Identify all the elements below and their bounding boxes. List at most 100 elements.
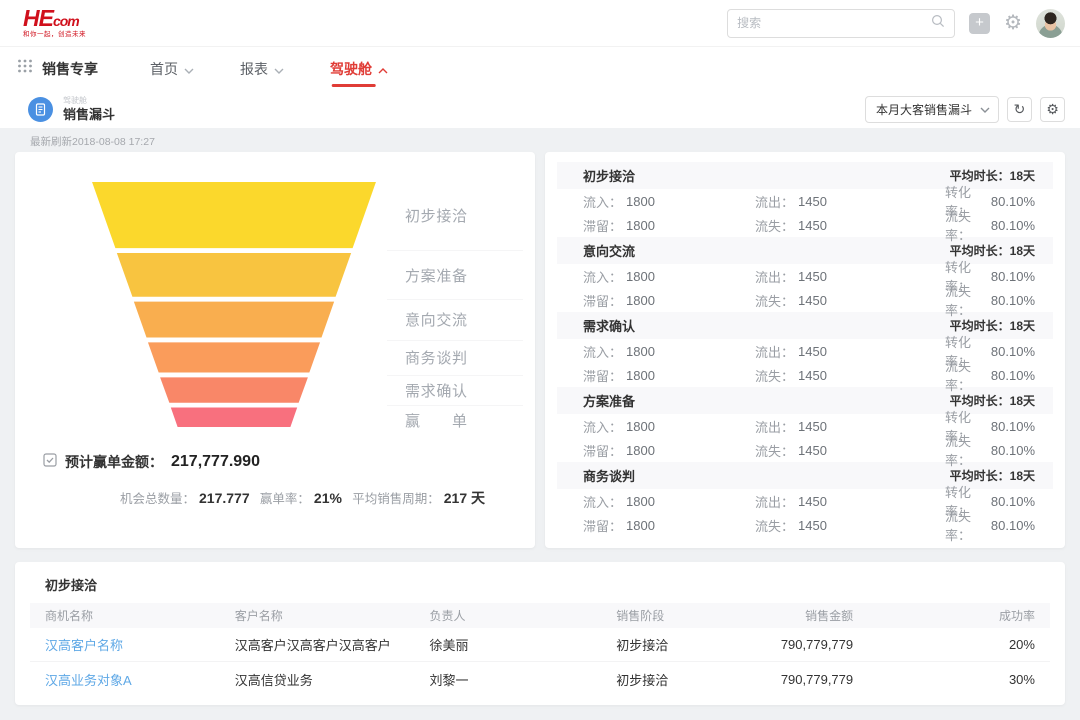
settings-gear-button[interactable]: ⚙ [1004,13,1022,33]
search-input[interactable] [737,16,931,30]
filter-select-value: 本月大客销售漏斗 [876,101,972,118]
stat-opportunity-count: 机会总数量： 217.777 [120,488,250,508]
stage-name: 商务谈判 [583,466,635,485]
owner: 徐美丽 [415,635,602,654]
customer-name: 汉高客户汉高客户汉高客户 [220,635,415,654]
plus-icon: + [975,14,984,31]
funnel-label-divider [387,299,523,300]
metric-lost: 流失：1450 [755,513,945,537]
gear-icon: ⚙ [1046,101,1059,118]
refresh-strip: 最新刷新2018-08-08 17:27 [0,128,1080,155]
expected-amount-row: 预计赢单金额： 217,777.990 [43,452,260,472]
metric-outflow: 流出：1450 [755,189,945,213]
col-sales-amount: 销售金额 [751,607,853,624]
user-avatar[interactable] [1036,9,1065,38]
sales-stage: 初步接洽 [601,635,751,654]
metric-stagnant: 滞留：1800 [583,288,755,312]
opportunity-name-link[interactable]: 汉高客户名称 [30,635,220,654]
metric-loss-rate: 流失率：80.10% [945,213,1035,237]
global-search[interactable] [727,9,955,38]
nav-cockpit-label: 驾驶舱 [330,59,372,79]
funnel-filter-select[interactable]: 本月大客销售漏斗 [865,96,999,123]
stage-name: 初步接洽 [583,166,635,185]
metric-outflow: 流出：1450 [755,264,945,288]
stat-value: 217.777 [199,490,250,506]
stage-panel-4: 方案准备 平均时长：18天 流入：1800 流出：1450 转化率：80.10%… [545,387,1065,462]
metric-loss-rate: 流失率：80.10% [945,513,1035,537]
funnel-stage-6[interactable] [171,408,297,427]
metric-lost: 流失：1450 [755,288,945,312]
stat-label: 机会总数量： [120,488,195,507]
brand-tagline: 和你一起，创造未来 [23,32,86,39]
sales-stage: 初步接洽 [601,670,751,689]
col-owner: 负责人 [415,607,602,624]
refresh-button[interactable]: ↻ [1007,97,1032,122]
table-row[interactable]: 汉高业务对象A 汉高信贷业务 刘黎一 初步接洽 790,779,779 30% [30,662,1050,696]
chart-settings-button[interactable]: ⚙ [1040,97,1065,122]
funnel-card: 初步接洽 方案准备 意向交流 商务谈判 需求确认 赢单 预计赢单金额： 217,… [15,152,535,548]
brand-he: HE [23,5,53,31]
nav-item-reports[interactable]: 报表 [240,47,284,90]
main-navbar: 销售专享 首页 报表 驾驶舱 [0,46,1080,90]
nav-item-cockpit[interactable]: 驾驶舱 [330,47,388,90]
funnel-stage-2[interactable] [117,253,351,297]
funnel-stage-1[interactable] [92,182,376,248]
page-title: 销售漏斗 [63,108,115,121]
opportunity-table-card: 初步接洽 商机名称 客户名称 负责人 销售阶段 销售金额 成功率 汉高客户名称 … [15,562,1065,705]
metric-loss-rate: 流失率：80.10% [945,363,1035,387]
metric-loss-rate: 流失率：80.10% [945,288,1035,312]
page-category: 驾驶舱 [63,97,115,105]
top-header: HEcom 和你一起，创造未来 + ⚙ [0,0,1080,46]
opportunity-table: 商机名称 客户名称 负责人 销售阶段 销售金额 成功率 汉高客户名称 汉高客户汉… [30,603,1050,696]
funnel-stage-label-5: 需求确认 [405,380,467,401]
expected-amount-label: 预计赢单金额： [65,452,163,472]
metric-outflow: 流出：1450 [755,489,945,513]
stat-avg-cycle: 平均销售周期： 217 天 [352,488,485,508]
stat-label: 平均销售周期： [352,488,440,507]
page-titlebar: 驾驶舱 销售漏斗 本月大客销售漏斗 ↻ ⚙ [0,90,1080,128]
metric-stagnant: 滞留：1800 [583,438,755,462]
metric-inflow: 流入：1800 [583,489,755,513]
funnel-stage-label-4: 商务谈判 [405,347,467,368]
gear-icon: ⚙ [1004,12,1022,34]
metric-inflow: 流入：1800 [583,189,755,213]
success-rate: 20% [853,637,1050,652]
funnel-label-divider [387,340,523,341]
add-button[interactable]: + [969,13,990,34]
metric-inflow: 流入：1800 [583,339,755,363]
report-icon [28,97,53,122]
search-icon[interactable] [931,14,945,33]
owner: 刘黎一 [415,670,602,689]
col-sales-stage: 销售阶段 [601,607,751,624]
brand-logo-text: HEcom [23,7,86,30]
funnel-stage-5[interactable] [160,377,308,402]
nav-item-home[interactable]: 首页 [150,47,194,90]
metric-outflow: 流出：1450 [755,414,945,438]
sales-amount: 790,779,779 [751,672,853,687]
refresh-icon: ↻ [1014,101,1026,118]
nav-reports-label: 报表 [240,59,268,79]
funnel-stats-row: 机会总数量： 217.777 赢单率： 21% 平均销售周期： 217 天 [15,488,535,508]
table-row[interactable]: 汉高客户名称 汉高客户汉高客户汉高客户 徐美丽 初步接洽 790,779,779… [30,628,1050,662]
funnel-stage-4[interactable] [148,342,320,372]
chevron-down-icon [184,61,194,77]
stage-name: 意向交流 [583,241,635,260]
brand-com: com [53,13,79,29]
success-rate: 30% [853,672,1050,687]
funnel-stage-3[interactable] [134,302,334,338]
funnel-stage-label-6: 赢单 [405,410,467,431]
metric-stagnant: 滞留：1800 [583,213,755,237]
nav-items: 首页 报表 驾驶舱 [150,47,388,90]
funnel-stage-label-3: 意向交流 [405,309,467,330]
workspace-switcher[interactable]: 销售专享 [17,58,98,79]
metric-inflow: 流入：1800 [583,264,755,288]
metric-outflow: 流出：1450 [755,339,945,363]
apps-grid-icon [17,58,33,79]
stat-label: 赢单率： [260,488,310,507]
stage-name: 方案准备 [583,391,635,410]
funnel-label-divider [387,375,523,376]
opportunity-name-link[interactable]: 汉高业务对象A [30,670,220,689]
metric-loss-rate: 流失率：80.10% [945,438,1035,462]
funnel-label-divider [387,405,523,406]
stage-panel-5: 商务谈判 平均时长：18天 流入：1800 流出：1450 转化率：80.10%… [545,462,1065,537]
